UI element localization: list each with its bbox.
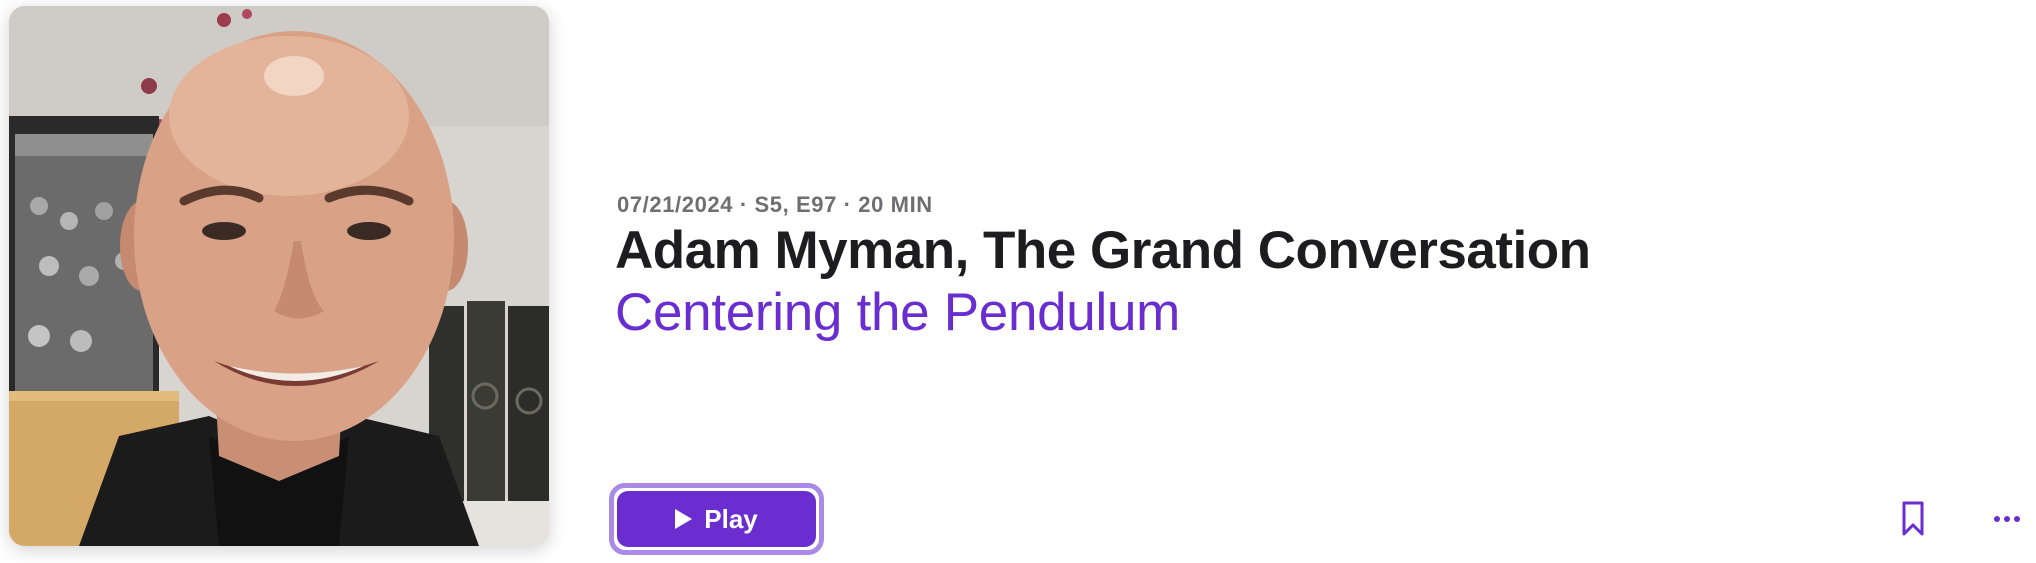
episode-meta: 07/21/2024 · S5, E97 · 20 MIN [617,192,933,217]
more-options-button[interactable] [1987,505,2027,533]
episode-artwork [9,6,549,546]
play-icon [675,509,693,529]
episode-title: Adam Myman, The Grand Conversation [615,221,1591,280]
play-label: Play [704,503,758,534]
show-name-link[interactable]: Centering the Pendulum [615,282,1180,343]
bookmark-icon [1902,501,1924,536]
play-button[interactable]: Play [617,491,816,547]
play-button-focus-ring: Play [609,483,824,555]
bookmark-button[interactable] [1896,497,1930,541]
ellipsis-icon [1994,516,2000,522]
portrait-image [9,6,549,546]
